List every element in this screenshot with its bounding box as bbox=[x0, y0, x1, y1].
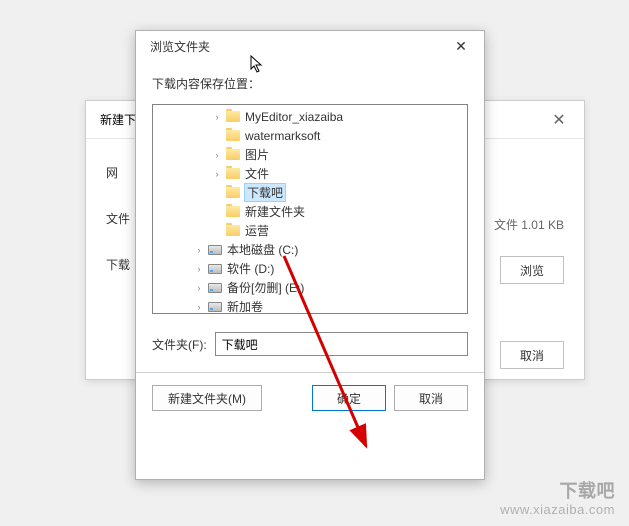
browse-button[interactable]: 浏览 bbox=[500, 256, 564, 284]
browse-folder-dialog: 浏览文件夹 ✕ 下载内容保存位置： › MyEditor_xiazaibawate… bbox=[135, 30, 485, 480]
folder-icon bbox=[225, 205, 241, 219]
tree-item-label: 文件 bbox=[245, 165, 269, 182]
folder-field: 文件夹(F): bbox=[152, 332, 468, 356]
bg-title: 新建下 bbox=[100, 111, 136, 128]
tree-item[interactable]: 新建文件夹 bbox=[153, 202, 467, 221]
folder-icon bbox=[225, 167, 241, 181]
folder-tree[interactable]: › MyEditor_xiazaiba watermarksoft › 图片 › 文件下载吧… bbox=[152, 104, 468, 314]
folder-icon bbox=[225, 224, 241, 238]
chevron-right-icon[interactable]: › bbox=[211, 150, 223, 160]
watermark-brand: 下载吧 bbox=[500, 481, 615, 503]
chevron-right-icon[interactable]: › bbox=[193, 264, 205, 274]
tree-item[interactable]: › MyEditor_xiazaiba bbox=[153, 107, 467, 126]
folder-icon bbox=[225, 148, 241, 162]
tree-item-label: 本地磁盘 (C:) bbox=[227, 241, 298, 258]
chevron-right-icon[interactable]: › bbox=[193, 302, 205, 312]
folder-label: 文件夹(F): bbox=[152, 336, 207, 353]
button-row: 新建文件夹(M) 确定 取消 bbox=[136, 373, 484, 423]
tree-item[interactable]: › 软件 (D:) bbox=[153, 259, 467, 278]
cancel-button[interactable]: 取消 bbox=[500, 341, 564, 369]
tree-item[interactable]: › 文件 bbox=[153, 164, 467, 183]
tree-item-label: 软件 (D:) bbox=[227, 260, 274, 277]
tree-item-label: 下载吧 bbox=[245, 184, 285, 201]
chevron-right-icon[interactable]: › bbox=[211, 112, 223, 122]
tree-item-label: 备份[勿删] (E:) bbox=[227, 279, 304, 296]
chevron-right-icon[interactable]: › bbox=[211, 169, 223, 179]
tree-item[interactable]: 运营 bbox=[153, 221, 467, 240]
folder-icon bbox=[225, 129, 241, 143]
folder-icon bbox=[225, 186, 241, 200]
tree-item-label: 图片 bbox=[245, 146, 269, 163]
watermark: 下载吧 www.xiazaiba.com bbox=[500, 481, 615, 518]
drive-icon bbox=[207, 300, 223, 314]
tree-item[interactable]: › 新加卷 bbox=[153, 297, 467, 314]
dialog-subtitle: 下载内容保存位置： bbox=[136, 61, 484, 104]
tree-item[interactable]: › 备份[勿删] (E:) bbox=[153, 278, 467, 297]
titlebar: 浏览文件夹 ✕ bbox=[136, 31, 484, 61]
tree-item-label: watermarksoft bbox=[245, 129, 320, 143]
tree-item-label: 运营 bbox=[245, 222, 269, 239]
close-icon[interactable]: ✕ bbox=[444, 34, 478, 58]
chevron-right-icon[interactable]: › bbox=[193, 283, 205, 293]
tree-item-label: 新建文件夹 bbox=[245, 203, 305, 220]
close-icon[interactable]: ✕ bbox=[544, 105, 574, 135]
tree-item[interactable]: 下载吧 bbox=[153, 183, 467, 202]
folder-icon bbox=[225, 110, 241, 124]
tree-item-label: MyEditor_xiazaiba bbox=[245, 110, 343, 124]
bg-filesize: 文件 1.01 KB bbox=[494, 216, 564, 233]
watermark-url: www.xiazaiba.com bbox=[500, 502, 615, 518]
drive-icon bbox=[207, 243, 223, 257]
drive-icon bbox=[207, 281, 223, 295]
chevron-right-icon[interactable]: › bbox=[193, 245, 205, 255]
folder-input[interactable] bbox=[215, 332, 468, 356]
tree-item[interactable]: › 本地磁盘 (C:) bbox=[153, 240, 467, 259]
tree-item-label: 新加卷 bbox=[227, 298, 263, 314]
dialog-title: 浏览文件夹 bbox=[150, 38, 210, 55]
cancel-button[interactable]: 取消 bbox=[394, 385, 468, 411]
drive-icon bbox=[207, 262, 223, 276]
new-folder-button[interactable]: 新建文件夹(M) bbox=[152, 385, 262, 411]
tree-item[interactable]: watermarksoft bbox=[153, 126, 467, 145]
ok-button[interactable]: 确定 bbox=[312, 385, 386, 411]
tree-item[interactable]: › 图片 bbox=[153, 145, 467, 164]
